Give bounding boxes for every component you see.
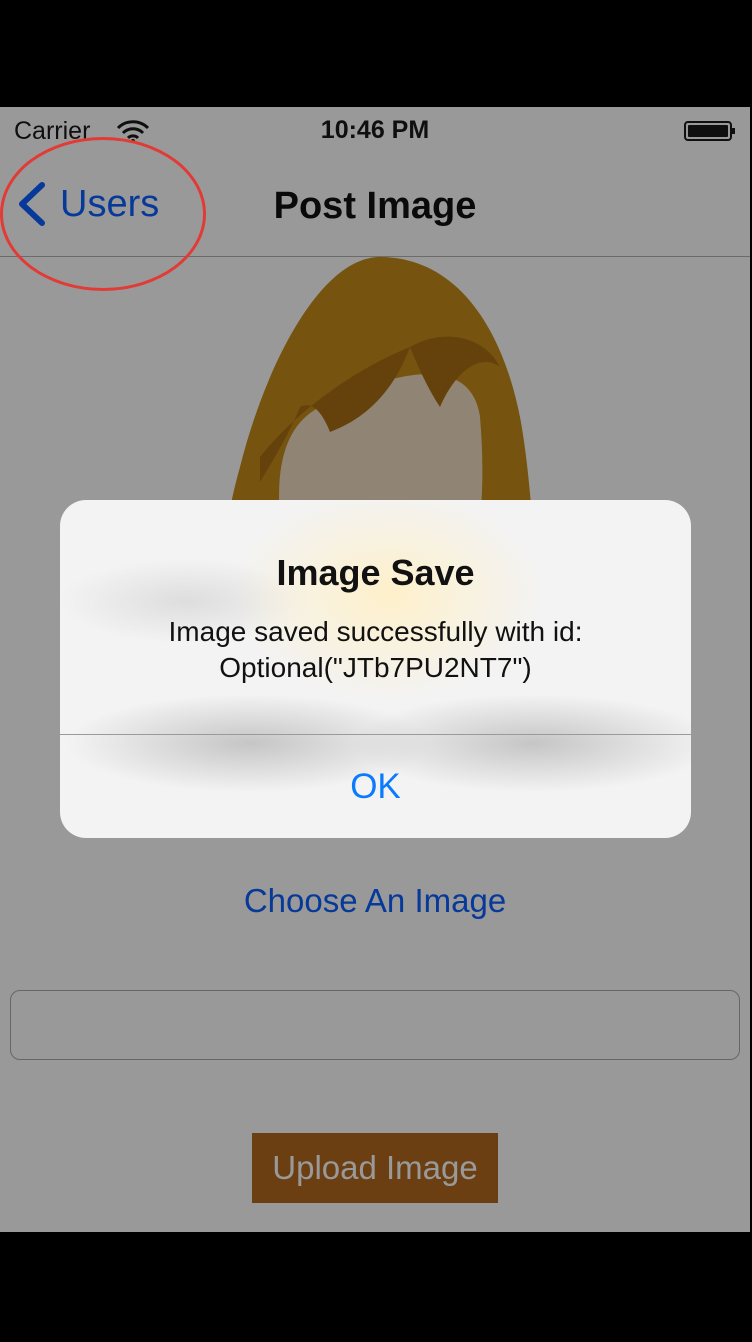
alert-message: Image saved successfully with id: Option… <box>90 614 661 686</box>
alert-title: Image Save <box>276 552 475 593</box>
alert-ok-button[interactable]: OK <box>60 735 691 838</box>
phone-screen: Carrier 10:46 PM Users Post Image Choose… <box>0 107 750 1232</box>
alert-message-line-2: Optional("JTb7PU2NT7") <box>219 652 532 683</box>
top-letterbox <box>0 0 752 107</box>
annotation-red-circle <box>0 137 206 291</box>
alert-message-line-1: Image saved successfully with id: <box>168 616 583 647</box>
image-save-alert: Image Save Image saved successfully with… <box>60 500 691 838</box>
bottom-letterbox <box>0 1232 752 1342</box>
